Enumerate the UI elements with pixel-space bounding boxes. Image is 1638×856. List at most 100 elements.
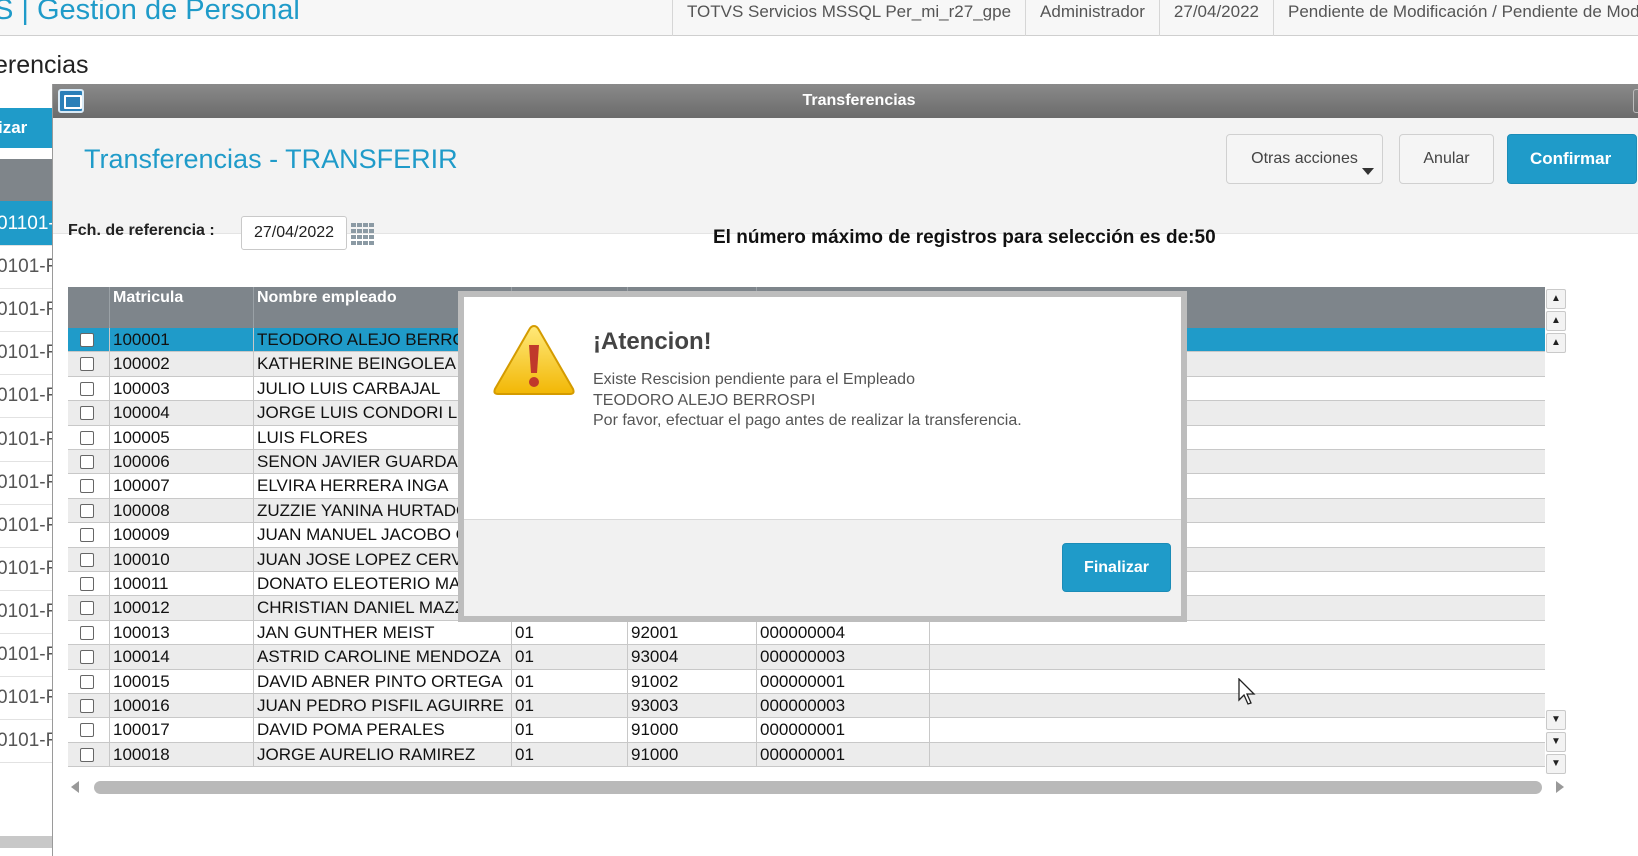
scroll-page-up-icon[interactable]: ▲ <box>1546 311 1566 331</box>
table-row[interactable]: 100018 JORGE AURELIO RAMIREZ 01 91000 000000… <box>68 742 1545 768</box>
row-checkbox[interactable] <box>80 699 94 713</box>
row-checkbox[interactable] <box>80 503 94 518</box>
column-header-select[interactable] <box>68 287 109 328</box>
background-row[interactable]: 01101-F <box>0 201 54 246</box>
row-checkbox[interactable] <box>80 650 94 665</box>
row-checkbox[interactable] <box>80 381 94 396</box>
table-row[interactable]: 100013 JAN GUNTHER MEIST 01 92001 000000004 <box>68 620 1545 646</box>
background-row[interactable]: 0101-F <box>0 503 54 548</box>
row-checkbox[interactable] <box>80 333 94 347</box>
horizontal-scroll-thumb[interactable] <box>94 781 1542 794</box>
cell-matricula: 100007 <box>109 474 253 499</box>
screen: S | Gestion de Personal TOTVS Servicios … <box>0 0 1638 856</box>
scroll-right-icon[interactable] <box>1556 781 1564 793</box>
calendar-icon[interactable] <box>351 223 375 245</box>
row-checkbox[interactable] <box>80 357 94 372</box>
row-checkbox[interactable] <box>80 528 94 543</box>
cell-matricula: 100006 <box>109 450 253 474</box>
cell-nombre: JAN GUNTHER MEIST <box>253 620 511 645</box>
cell-matricula: 100014 <box>109 645 253 670</box>
row-checkbox[interactable] <box>80 674 94 689</box>
cell-filler <box>929 645 1545 670</box>
background-row[interactable]: 0101-F <box>0 373 54 419</box>
background-action-label: izar <box>0 118 28 137</box>
column-header-matricula[interactable]: Matricula <box>109 287 253 328</box>
background-row[interactable]: 0101-F <box>0 287 54 333</box>
cell-matricula: 100003 <box>109 376 253 401</box>
background-scrollbar[interactable] <box>0 836 54 848</box>
cell-matricula: 100004 <box>109 401 253 426</box>
row-checkbox[interactable] <box>80 723 94 738</box>
row-checkbox[interactable] <box>80 406 94 421</box>
background-row[interactable]: 0101-F <box>0 632 54 677</box>
status-label[interactable]: Pendiente de Modificación / Pendiente de… <box>1273 0 1638 36</box>
window-close-button[interactable]: x <box>1633 89 1638 113</box>
background-row[interactable]: 0101-F <box>0 546 54 591</box>
background-row[interactable]: 0101-F <box>0 244 54 290</box>
cell-matricula: 100018 <box>109 742 253 767</box>
background-row[interactable]: 0101-F <box>0 460 54 505</box>
background-row[interactable]: 0101-F <box>0 417 54 462</box>
cell-matricula: 100002 <box>109 352 253 377</box>
background-row[interactable]: 0101-F <box>0 589 54 634</box>
cell-matricula: 100008 <box>109 498 253 523</box>
date-label[interactable]: 27/04/2022 <box>1158 0 1273 36</box>
header-info: TOTVS Servicios MSSQL Per_mi_r27_gpe Adm… <box>671 0 1638 36</box>
table-row[interactable]: 100017 DAVID POMA PERALES 01 91000 000000001 <box>68 718 1545 743</box>
cell-col5: 91000 <box>627 742 756 767</box>
dialog-message-line: TEODORO ALEJO BERROSPI <box>593 391 816 409</box>
background-browse: izar 01101-F 0101-F 0101-F 0101-F 0101-F 0101… <box>0 108 54 856</box>
max-records-message: El número máximo de registros para selec… <box>713 227 1216 248</box>
scroll-last-icon[interactable]: ▼ <box>1546 754 1566 774</box>
cancel-button[interactable]: Anular <box>1399 134 1494 184</box>
scroll-up-icon[interactable]: ▲ <box>1546 333 1566 353</box>
scroll-left-icon[interactable] <box>71 781 79 793</box>
window-title: Transferencias <box>802 92 916 109</box>
environment-label[interactable]: TOTVS Servicios MSSQL Per_mi_r27_gpe <box>671 0 1025 36</box>
row-checkbox[interactable] <box>80 601 94 616</box>
dialog-footer: Finalizar <box>464 519 1181 616</box>
background-row-label: 0101-F <box>0 600 54 622</box>
confirm-button[interactable]: Confirmar <box>1507 134 1637 184</box>
row-checkbox[interactable] <box>80 625 94 640</box>
finalizar-button[interactable]: Finalizar <box>1062 543 1171 592</box>
reference-date-input[interactable]: 27/04/2022 <box>241 216 347 250</box>
background-row-label: 0101-F <box>0 557 54 579</box>
cell-col6: 000000003 <box>756 694 929 718</box>
warning-icon <box>493 324 575 395</box>
row-checkbox[interactable] <box>80 455 94 469</box>
background-row-label: 0101-F <box>0 644 54 665</box>
background-row[interactable]: 0101-F <box>0 675 54 721</box>
cell-col5: 91002 <box>627 669 756 694</box>
table-row[interactable]: 100015 DAVID ABNER PINTO ORTEGA 01 91002 000… <box>68 669 1545 694</box>
cell-nombre: DAVID ABNER PINTO ORTEGA <box>253 669 511 694</box>
reference-date-label: Fch. de referencia : <box>68 222 215 239</box>
background-row[interactable]: 0101-F <box>0 718 54 764</box>
cell-filler <box>929 742 1545 767</box>
cell-matricula: 100016 <box>109 694 253 718</box>
scroll-down-icon[interactable]: ▼ <box>1546 710 1566 730</box>
window-menu-icon[interactable] <box>58 89 84 113</box>
grid-horizontal-scrollbar[interactable] <box>68 779 1568 795</box>
row-checkbox[interactable] <box>80 577 94 591</box>
cell-col6: 000000001 <box>756 669 929 694</box>
row-checkbox[interactable] <box>80 552 94 567</box>
background-action-button[interactable]: izar <box>0 108 54 148</box>
row-checkbox[interactable] <box>80 430 94 445</box>
cell-col5: 93003 <box>627 694 756 718</box>
cell-col6: 000000001 <box>756 742 929 767</box>
cell-col5: 92001 <box>627 620 756 645</box>
cell-filler <box>929 669 1545 694</box>
other-actions-button[interactable]: Otras acciones <box>1226 134 1383 184</box>
cell-nombre: DAVID POMA PERALES <box>253 718 511 743</box>
cell-col4: 01 <box>511 669 627 694</box>
scroll-page-down-icon[interactable]: ▼ <box>1546 732 1566 752</box>
user-label[interactable]: Administrador <box>1025 0 1159 36</box>
row-checkbox[interactable] <box>80 479 94 494</box>
table-row[interactable]: 100016 JUAN PEDRO PISFIL AGUIRRE 01 93003 00… <box>68 694 1545 719</box>
scroll-first-icon[interactable]: ▲ <box>1546 289 1566 309</box>
table-row[interactable]: 100014 ASTRID CAROLINE MENDOZA 01 93004 0000… <box>68 645 1545 670</box>
row-checkbox[interactable] <box>80 747 94 762</box>
background-row[interactable]: 0101-F <box>0 330 54 376</box>
dialog-message-line: Existe Rescision pendiente para el Emple… <box>593 371 915 388</box>
